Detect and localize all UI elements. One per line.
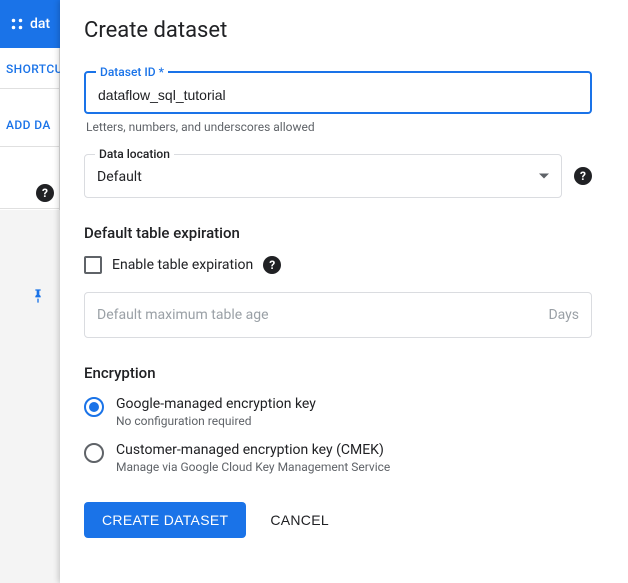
max-table-age-field: Default maximum table age Days xyxy=(84,292,592,338)
radio-unselected-icon[interactable] xyxy=(84,443,104,463)
chevron-down-icon xyxy=(539,174,549,179)
sidebar-link-shortcuts[interactable]: SHORTCU xyxy=(6,62,63,76)
encryption-heading: Encryption xyxy=(84,364,592,382)
encryption-option-desc: Manage via Google Cloud Key Management S… xyxy=(116,460,390,474)
radio-selected-icon[interactable] xyxy=(84,397,104,417)
sidebar-shade xyxy=(0,210,60,583)
enable-expiration-checkbox[interactable] xyxy=(84,256,102,274)
encryption-option-google[interactable]: Google-managed encryption key No configu… xyxy=(84,396,592,428)
dataset-id-helper: Letters, numbers, and underscores allowe… xyxy=(86,120,590,134)
divider xyxy=(0,88,60,89)
encryption-option-label: Customer-managed encryption key (CMEK) xyxy=(116,442,390,458)
create-dataset-button[interactable]: CREATE DATASET xyxy=(84,502,246,538)
app-label: dat xyxy=(30,16,50,32)
encryption-option-desc: No configuration required xyxy=(116,414,316,428)
data-location-label: Data location xyxy=(95,147,174,161)
expiration-heading: Default table expiration xyxy=(84,224,592,242)
sidebar-link-add-data[interactable]: ADD DA xyxy=(6,118,51,132)
help-icon[interactable]: ? xyxy=(574,167,592,185)
data-location-value: Default xyxy=(97,169,142,185)
create-dataset-sheet: Create dataset Dataset ID * Letters, num… xyxy=(60,0,628,583)
max-table-age-unit: Days xyxy=(548,307,579,323)
sheet-title: Create dataset xyxy=(84,18,592,43)
data-location-select[interactable]: Data location Default xyxy=(84,154,562,198)
dataset-id-field[interactable]: Dataset ID * xyxy=(84,71,592,114)
divider xyxy=(0,146,60,147)
divider xyxy=(0,208,60,209)
bigquery-logo-icon xyxy=(10,17,24,31)
encryption-option-label: Google-managed encryption key xyxy=(116,396,316,412)
enable-expiration-label: Enable table expiration xyxy=(112,257,253,273)
max-table-age-placeholder: Default maximum table age xyxy=(97,307,269,323)
app-header: dat xyxy=(0,0,60,48)
encryption-option-cmek[interactable]: Customer-managed encryption key (CMEK) M… xyxy=(84,442,592,474)
dataset-id-input[interactable] xyxy=(98,87,578,103)
dataset-id-label: Dataset ID * xyxy=(96,65,168,79)
pin-icon[interactable] xyxy=(30,288,46,304)
help-icon[interactable]: ? xyxy=(263,256,281,274)
cancel-button[interactable]: CANCEL xyxy=(270,512,329,528)
help-icon[interactable]: ? xyxy=(36,184,54,202)
